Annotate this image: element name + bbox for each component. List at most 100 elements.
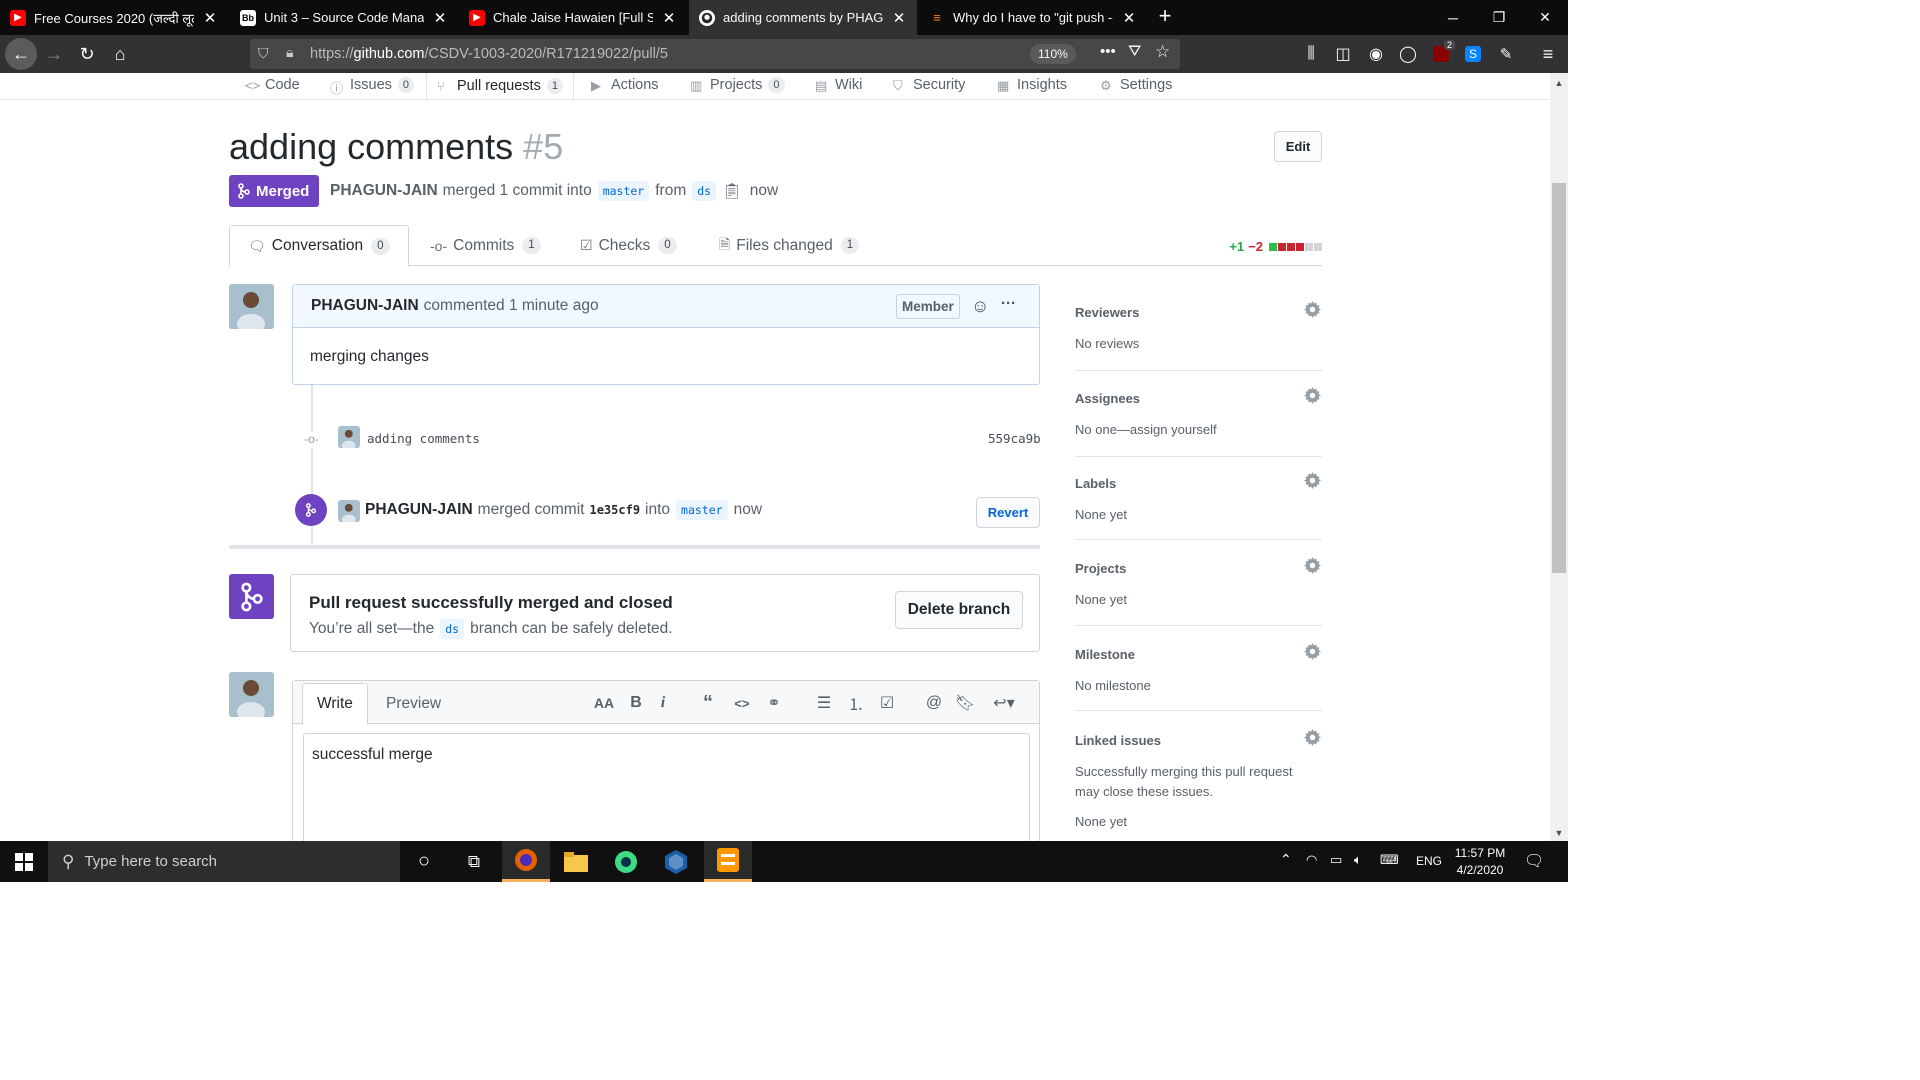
sidebar-icon[interactable]: ◫	[1327, 38, 1359, 70]
sidebar-heading[interactable]: Projects	[1075, 561, 1322, 576]
avatar[interactable]	[229, 672, 274, 717]
firefox-icon[interactable]	[502, 841, 550, 882]
tab-conversation[interactable]: 🗨︎ Conversation 0	[229, 225, 409, 267]
scroll-down-icon[interactable]: ▼	[1550, 825, 1568, 841]
repo-tab-wiki[interactable]: ▤ Wiki	[815, 73, 862, 99]
minimize-button[interactable]: ─	[1430, 0, 1476, 35]
lock-icon[interactable]: 🔒︎	[286, 44, 293, 61]
browser-tab[interactable]: ▶ Chale Jaise Hawaien [Full Song ✕	[459, 0, 687, 35]
chevron-up-icon[interactable]: ⌃	[1280, 851, 1292, 868]
text-size-icon[interactable]: AA	[592, 691, 616, 715]
close-icon[interactable]: ✕	[1121, 9, 1137, 27]
language-indicator[interactable]: ENG	[1416, 854, 1442, 868]
bullet-list-icon[interactable]: ☰	[812, 691, 836, 715]
avatar[interactable]	[229, 284, 274, 329]
page-scrollbar[interactable]: ▲ ▼	[1550, 73, 1568, 841]
bookmark-star-icon[interactable]: ☆	[1155, 42, 1170, 62]
gear-icon[interactable]	[1304, 729, 1322, 747]
tab-checks[interactable]: ☑ Checks 0	[562, 225, 695, 266]
address-bar[interactable]: ⛉ 🔒︎ https://github.com/CSDV-1003-2020/R…	[250, 39, 1180, 69]
commit-message[interactable]: adding comments	[367, 431, 480, 446]
revert-button[interactable]: Revert	[976, 497, 1040, 528]
head-branch[interactable]: ds	[692, 181, 717, 201]
bookmark-icon[interactable]: 🔖︎	[953, 691, 977, 715]
reply-dropdown-icon[interactable]: ↩▾	[987, 691, 1021, 715]
head-branch[interactable]: ds	[440, 619, 465, 639]
browser-tab-active[interactable]: adding comments by PHAGUN ✕	[689, 0, 917, 35]
keyboard-icon[interactable]: ⌨	[1380, 852, 1399, 868]
menu-icon[interactable]: ≡	[1532, 38, 1564, 70]
zoom-indicator[interactable]: 110%	[1030, 44, 1076, 64]
pocket-icon[interactable]: ⛛	[1128, 43, 1141, 61]
sublime-text-icon[interactable]	[704, 841, 752, 882]
browser-tab[interactable]: ▶ Free Courses 2020 (जल्दी लूट लो ✕	[0, 0, 228, 35]
task-view-icon[interactable]: ⧉	[450, 841, 498, 882]
avatar[interactable]	[338, 426, 360, 448]
notification-center-icon[interactable]: 🗨︎	[1524, 851, 1544, 871]
tab-write[interactable]: Write	[302, 683, 368, 725]
close-icon[interactable]: ✕	[661, 9, 677, 27]
virtualbox-icon[interactable]	[652, 841, 700, 882]
merge-author[interactable]: PHAGUN-JAIN	[365, 501, 473, 519]
delete-branch-button[interactable]: Delete branch	[895, 591, 1023, 629]
sidebar-heading[interactable]: Reviewers	[1075, 305, 1322, 320]
mention-icon[interactable]: @	[922, 691, 946, 715]
library-icon[interactable]: ⫼	[1295, 38, 1327, 70]
edit-title-button[interactable]: Edit	[1274, 131, 1322, 162]
comment-author[interactable]: PHAGUN-JAIN	[311, 297, 419, 315]
link-icon[interactable]: ⚭	[762, 691, 786, 715]
taskbar-search[interactable]: ⚲ Type here to search	[48, 841, 400, 882]
taskbar-clock[interactable]: 11:57 PM 4/2/2020	[1448, 845, 1512, 879]
avatar[interactable]	[338, 500, 360, 522]
more-actions-icon[interactable]: •••	[1100, 43, 1116, 60]
sidebar-heading[interactable]: Linked issues	[1075, 733, 1322, 748]
shield-icon[interactable]: ⛉	[258, 45, 269, 62]
author-link[interactable]: PHAGUN-JAIN	[330, 182, 438, 200]
reload-button[interactable]: ↻	[71, 38, 103, 70]
tab-commits[interactable]: -o- Commits 1	[412, 225, 559, 266]
quote-icon[interactable]: “	[696, 691, 720, 715]
file-explorer-icon[interactable]	[552, 841, 600, 882]
home-button[interactable]: ⌂	[104, 38, 136, 70]
sidebar-heading[interactable]: Milestone	[1075, 647, 1322, 662]
cortana-icon[interactable]: ○	[400, 841, 448, 882]
tab-preview[interactable]: Preview	[372, 683, 455, 724]
url-text[interactable]: https://github.com/CSDV-1003-2020/R17121…	[310, 46, 668, 62]
base-branch[interactable]: master	[597, 181, 650, 201]
repo-tab-insights[interactable]: ▦ Insights	[997, 73, 1067, 99]
sidebar-heading[interactable]: Labels	[1075, 476, 1322, 491]
kebab-menu-icon[interactable]: ···	[1001, 295, 1016, 312]
comment-textarea[interactable]	[303, 733, 1030, 853]
gear-icon[interactable]	[1304, 472, 1322, 490]
repo-tab-settings[interactable]: ⚙ Settings	[1100, 73, 1172, 99]
windows-start-button[interactable]	[0, 841, 48, 882]
merge-commit-sha[interactable]: 1e35cf9	[589, 503, 640, 517]
ublock-icon[interactable]: 2	[1425, 38, 1457, 70]
window-close-button[interactable]: ✕	[1522, 0, 1568, 35]
back-button[interactable]: ←	[5, 38, 37, 70]
repo-tab-actions[interactable]: ▶ Actions	[591, 73, 659, 99]
search-extension-icon[interactable]: ◯	[1392, 38, 1424, 70]
wifi-icon[interactable]: ◠	[1306, 852, 1317, 868]
commit-sha[interactable]: 559ca9b	[988, 431, 1041, 446]
repo-tab-code[interactable]: <> Code	[245, 73, 300, 99]
repo-tab-pull-requests[interactable]: ⑂ Pull requests 1	[426, 73, 574, 99]
battery-icon[interactable]: ▭	[1330, 852, 1342, 868]
close-icon[interactable]: ✕	[891, 9, 907, 27]
emoji-reaction-icon[interactable]: ☺	[971, 296, 989, 317]
android-studio-icon[interactable]	[602, 841, 650, 882]
scrollbar-thumb[interactable]	[1552, 183, 1566, 573]
gear-icon[interactable]	[1304, 387, 1322, 405]
repo-tab-projects[interactable]: ▥ Projects 0	[690, 73, 785, 99]
forward-button[interactable]: →	[38, 38, 70, 70]
restore-button[interactable]: ❐	[1476, 0, 1522, 35]
gear-icon[interactable]	[1304, 301, 1322, 319]
gear-icon[interactable]	[1304, 557, 1322, 575]
sidebar-value[interactable]: No one—assign yourself	[1075, 420, 1322, 440]
tab-files-changed[interactable]: 🗎︎ Files changed 1	[701, 225, 877, 266]
copy-clipboard-icon[interactable]: 📋︎	[722, 182, 742, 201]
close-icon[interactable]: ✕	[202, 9, 218, 27]
code-icon[interactable]: <>	[730, 691, 754, 715]
italic-icon[interactable]: i	[651, 691, 675, 715]
new-tab-button[interactable]: +	[1152, 3, 1178, 31]
